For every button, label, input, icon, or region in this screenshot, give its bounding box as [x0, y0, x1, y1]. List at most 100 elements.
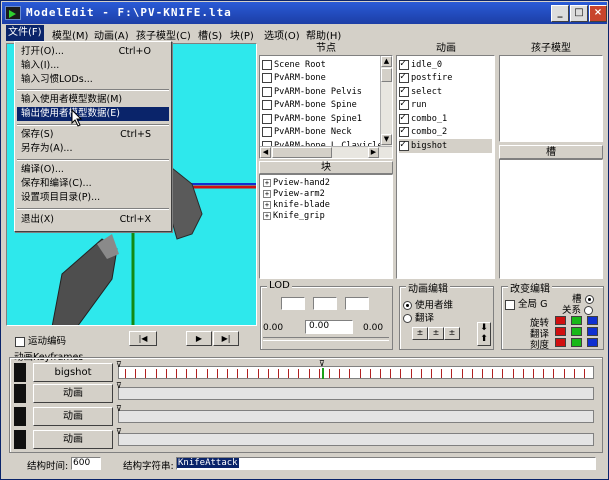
keyframe-tick[interactable]	[318, 369, 320, 378]
keyframe-tick[interactable]	[165, 369, 167, 378]
keyframe-tick[interactable]	[329, 369, 330, 378]
hscroll-thumb[interactable]	[272, 147, 332, 158]
checkbox-icon[interactable]	[262, 59, 272, 70]
keyframe-tick[interactable]	[125, 369, 126, 378]
maximize-button[interactable]: □	[570, 5, 588, 22]
keyframe-tick[interactable]	[502, 369, 504, 378]
checkbox-icon[interactable]	[399, 85, 409, 97]
keyframe-tick[interactable]	[227, 369, 228, 378]
file-menu-item[interactable]: 设置项目目录(P)...	[17, 191, 169, 205]
keyframe-tick[interactable]	[461, 369, 463, 378]
radio-icon[interactable]	[403, 314, 412, 323]
keyframe-tick[interactable]	[441, 369, 443, 378]
scroll-thumb[interactable]	[381, 68, 392, 82]
animation-item[interactable]: combo_2	[399, 125, 492, 140]
piece-item[interactable]: + Knife_grip	[263, 210, 389, 221]
keyframe-tick[interactable]	[390, 369, 392, 378]
piece-item[interactable]: + Pview-arm2	[263, 188, 389, 199]
keyframe-tick[interactable]	[420, 369, 422, 378]
pieces-list[interactable]: + Pview-hand2 + Pview-arm2 + knife-blade + Knif…	[259, 174, 393, 279]
title-bar[interactable]: ModelEdit - F:\PV-KNIFE.lta _ □ ×	[2, 2, 607, 24]
keyframe-tick[interactable]	[431, 369, 432, 378]
keyframe-tick[interactable]	[482, 369, 483, 378]
keyframe-tick[interactable]	[135, 369, 137, 378]
animation-item[interactable]: postfire	[399, 71, 492, 86]
menu-help[interactable]: 帮助(H)	[306, 27, 341, 42]
rewind-button[interactable]: |◀	[129, 331, 157, 346]
radio-icon[interactable]	[584, 306, 594, 315]
expand-plus-icon[interactable]: +	[263, 200, 271, 209]
lod-box-1[interactable]	[281, 297, 305, 310]
keyframe-tick[interactable]	[492, 369, 494, 378]
keyframe-tick[interactable]	[257, 369, 259, 378]
close-button[interactable]: ×	[589, 5, 607, 22]
lod-box-2[interactable]	[313, 297, 337, 310]
lod-slider-track[interactable]	[263, 337, 389, 341]
track-name-button[interactable]: 动画	[33, 430, 113, 449]
anim-edit-option-2[interactable]: 翻译	[403, 310, 434, 324]
animation-item[interactable]: run	[399, 98, 492, 113]
menu-piece[interactable]: 块(P)	[230, 27, 254, 42]
checkbox-icon[interactable]	[262, 100, 272, 111]
checkbox-icon[interactable]	[505, 299, 515, 310]
node-item[interactable]: PvARM-bone Spine1	[262, 112, 390, 126]
track-timeline[interactable]: ⊽	[116, 381, 594, 400]
offset-button-3[interactable]: ±	[444, 327, 460, 340]
node-item[interactable]: Scene Root	[262, 58, 390, 72]
file-menu-item[interactable]: 编译(O)...	[17, 163, 169, 177]
keyframe-tick[interactable]	[206, 369, 208, 378]
keyframe-tick[interactable]	[216, 369, 218, 378]
scale-x-swatch[interactable]	[555, 338, 566, 347]
relation-option[interactable]: 关系	[562, 302, 594, 316]
child-models-list[interactable]	[499, 55, 603, 142]
keyframe-tick[interactable]	[339, 369, 341, 378]
keyframe-tick[interactable]	[155, 369, 157, 378]
keyframe-tick[interactable]	[278, 369, 279, 378]
file-menu-item[interactable]: 另存为(A)...	[17, 142, 169, 156]
keyframe-tick[interactable]	[308, 369, 310, 378]
rotate-z-swatch[interactable]	[587, 316, 598, 325]
animation-item[interactable]: select	[399, 85, 492, 99]
track-name-button[interactable]: bigshot	[33, 363, 113, 382]
keyframe-tick[interactable]	[267, 369, 269, 378]
keyframe-tick[interactable]	[410, 369, 412, 378]
scroll-down-icon[interactable]: ▼	[381, 134, 392, 145]
scale-y-swatch[interactable]	[571, 338, 582, 347]
forward-button[interactable]: ▶|	[213, 331, 239, 346]
scroll-left-icon[interactable]: ◀	[260, 147, 271, 158]
keyframe-tick[interactable]	[196, 369, 198, 378]
keyframe-tick[interactable]	[563, 369, 565, 378]
track-name-button[interactable]: 动画	[33, 384, 113, 403]
nodes-hscrollbar[interactable]: ◀ ▶	[260, 146, 392, 158]
checkbox-icon[interactable]	[262, 86, 272, 97]
checkbox-icon[interactable]	[399, 71, 409, 84]
track-timeline[interactable]: ⊽	[116, 427, 594, 446]
keyframe-tick[interactable]	[471, 369, 473, 378]
scale-z-swatch[interactable]	[587, 338, 598, 347]
keyframe-tick[interactable]	[237, 369, 239, 378]
animation-item[interactable]: idle_0	[399, 58, 492, 72]
track-timeline[interactable]: ⊽ ⊽	[116, 359, 594, 379]
keyframe-tick[interactable]	[349, 369, 351, 378]
minimize-button[interactable]: _	[551, 5, 569, 22]
keyframe-tick[interactable]	[400, 369, 402, 378]
global-checkbox[interactable]: 全局 G	[505, 296, 547, 310]
scroll-up-icon[interactable]: ▲	[381, 56, 392, 67]
keyframe-tick[interactable]	[522, 369, 524, 378]
menu-socket[interactable]: 槽(S)	[198, 27, 222, 42]
menu-child-model[interactable]: 孩子模型(C)	[136, 27, 191, 42]
play-button[interactable]: ▶	[186, 331, 212, 346]
keyframe-tick[interactable]	[553, 369, 555, 378]
checkbox-icon[interactable]	[399, 112, 409, 124]
animation-item[interactable]: bigshot	[399, 139, 492, 153]
keyframe-tick[interactable]	[247, 369, 249, 378]
keyframe-tick[interactable]	[573, 369, 575, 378]
playhead-marker-icon[interactable]: ⊽	[319, 359, 325, 368]
sockets-list[interactable]	[499, 159, 603, 279]
keyframe-tick[interactable]	[584, 369, 585, 378]
file-menu-item[interactable]: 保存(S) Ctrl+S	[17, 128, 169, 142]
track-timeline[interactable]: ⊽	[116, 404, 594, 423]
node-item[interactable]: PvARM-bone Neck	[262, 126, 390, 140]
animations-list[interactable]: idle_0 postfire select run combo_1 combo_2big…	[396, 55, 495, 279]
keyframe-tick[interactable]	[186, 369, 188, 378]
